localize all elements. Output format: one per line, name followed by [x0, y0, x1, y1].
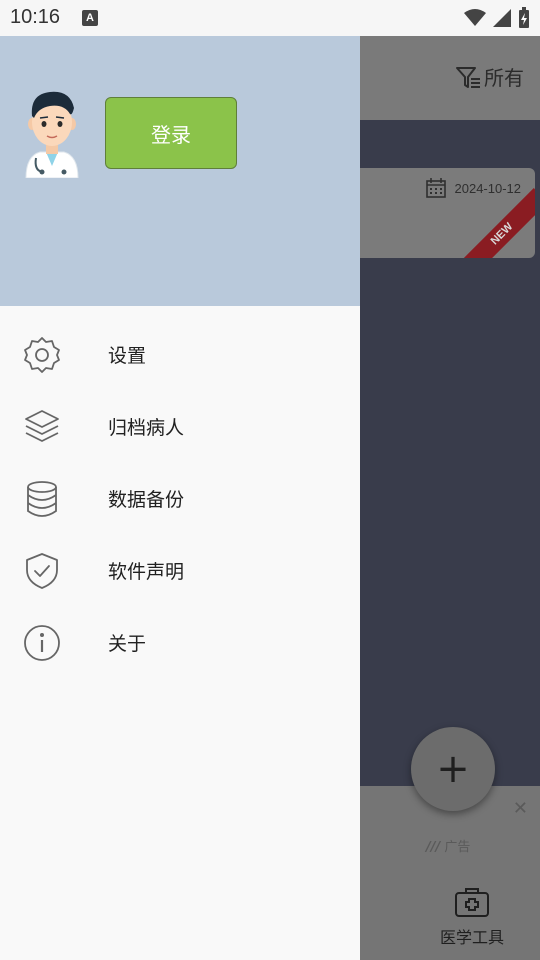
medical-kit-icon [455, 888, 489, 917]
info-icon [22, 625, 62, 661]
menu-item-label: 数据备份 [108, 489, 185, 511]
login-button[interactable]: 登录 [105, 97, 237, 169]
ad-close-button[interactable]: ✕ [513, 798, 528, 819]
tab-medical-tools-label: 医学工具 [439, 928, 504, 947]
ad-logo-icon: /// [426, 840, 441, 855]
filter-icon [456, 66, 480, 88]
ad-tag: /// 广告 [426, 836, 470, 855]
card-date: 2024-10-12 [425, 177, 522, 199]
card-date-text: 2024-10-12 [454, 180, 522, 196]
menu-item-label: 归档病人 [108, 417, 185, 439]
menu-item-archived-patients[interactable]: 归档病人 [0, 391, 360, 463]
menu-item-software-statement[interactable]: 软件声明 [0, 535, 360, 607]
menu-item-label: 软件声明 [108, 561, 185, 583]
status-time: 10:16 [10, 6, 61, 28]
signal-icon [493, 9, 511, 27]
database-icon [22, 481, 62, 517]
calendar-icon [425, 178, 446, 198]
menu-item-label: 设置 [108, 345, 147, 367]
drawer-menu: 设置 归档病人 数据备份 软件声明 关于 [0, 319, 360, 679]
add-button[interactable]: + [411, 727, 495, 811]
doctor-avatar [25, 91, 79, 178]
layers-icon [22, 409, 62, 445]
wifi-icon [464, 9, 486, 26]
filter-label: 所有 [484, 66, 524, 90]
status-bar: 10:16 A [0, 0, 540, 36]
drawer-header: 登录 [0, 36, 360, 306]
shield-check-icon [22, 553, 62, 589]
menu-item-data-backup[interactable]: 数据备份 [0, 463, 360, 535]
filter-button[interactable]: 所有 [454, 62, 524, 91]
menu-item-settings[interactable]: 设置 [0, 319, 360, 391]
battery-icon [519, 7, 529, 28]
status-icons [464, 6, 530, 30]
navigation-drawer: 登录 设置 归档病人 数据备份 软件声明 关于 [0, 36, 360, 960]
plus-icon: + [436, 746, 470, 792]
ad-tag-label: 广告 [444, 840, 471, 855]
tab-medical-tools[interactable]: 医学工具 [430, 886, 514, 948]
menu-item-label: 关于 [108, 633, 147, 655]
gear-icon [22, 337, 62, 373]
menu-item-about[interactable]: 关于 [0, 607, 360, 679]
notification-a-icon: A [82, 10, 98, 26]
